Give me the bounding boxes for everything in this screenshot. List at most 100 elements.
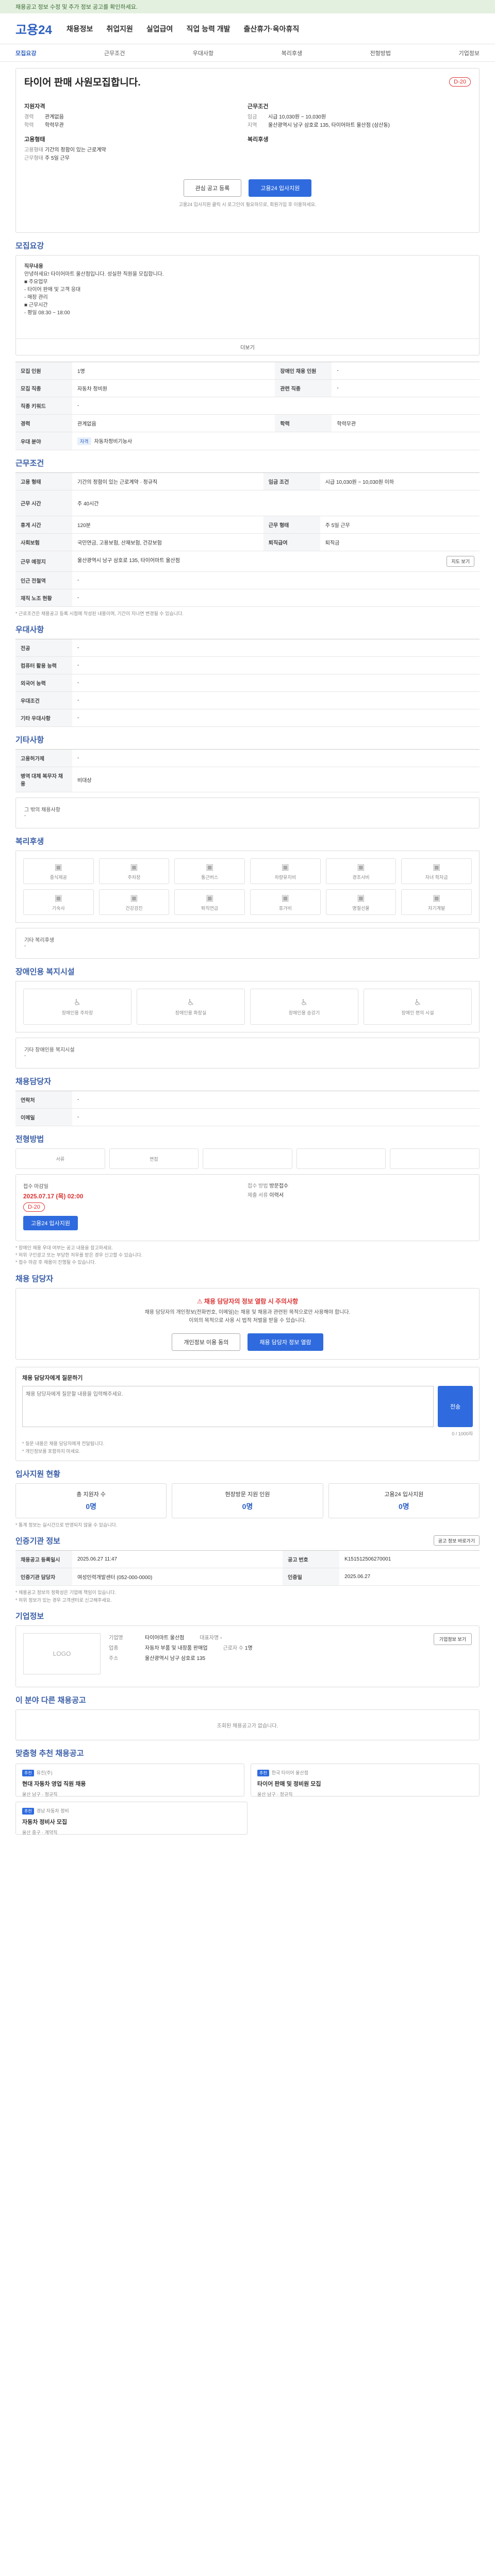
section-title: 복리후생 xyxy=(15,837,44,846)
cell: 외국어 능력 xyxy=(15,674,72,692)
job-meta: 울산 중구 · 계약직 xyxy=(22,1830,58,1835)
welfare-item: ▣ 자녀 학자금 xyxy=(401,858,472,884)
tab-pref[interactable]: 우대사항 xyxy=(193,49,213,57)
health-icon: ▣ xyxy=(130,894,138,903)
process-notes: * 장애인 채용 우대 여부는 공고 내용을 참고하세요. * 허위 구인광고 … xyxy=(15,1244,480,1266)
note-line: * 질문 내용은 채용 담당자에게 전달됩니다. xyxy=(22,1441,105,1446)
cell: 연락처 xyxy=(15,1091,72,1109)
welfare-label: 통근버스 xyxy=(201,875,219,880)
tab-welfare[interactable]: 복리후생 xyxy=(282,49,302,57)
table-row: 외국어 능력 - xyxy=(15,674,480,692)
apply-button[interactable]: 고용24 입사지원 xyxy=(249,179,312,197)
nav-unemployment[interactable]: 실업급여 xyxy=(146,24,173,34)
step-item: 면접 xyxy=(109,1148,199,1169)
cell: 학력무관 xyxy=(332,414,480,432)
welfare-label: 주차장 xyxy=(127,875,141,880)
extra-value: - xyxy=(24,943,26,949)
stat-label: 총 지원자 수 xyxy=(76,1492,106,1498)
question-input[interactable] xyxy=(22,1386,434,1427)
warning-text: 이외의 목적으로 사용 시 법적 처벌을 받을 수 있습니다. xyxy=(189,1318,306,1324)
table-row: 직종 키워드 - xyxy=(15,397,480,415)
more-button[interactable]: 더보기 xyxy=(16,339,479,355)
qualification-heading: 지원자격 xyxy=(24,104,45,110)
welfare-item: ▣ 자기계발 xyxy=(401,889,472,915)
cell: 시급 10,030원 ~ 10,030원 이하 xyxy=(320,472,480,490)
kv-value: 1명 xyxy=(244,1646,253,1651)
school-icon: ▣ xyxy=(433,863,441,872)
nav-training[interactable]: 직업 능력 개발 xyxy=(186,24,230,34)
job-meta: 울산 남구 · 정규직 xyxy=(22,1792,58,1797)
table-row: 재직 노조 현황 - xyxy=(15,589,480,607)
badge: 추천 xyxy=(22,1770,34,1776)
tab-recruit[interactable]: 모집요강 xyxy=(15,49,36,57)
note-line: * 허위 구인광고 또는 부당한 처우를 받은 경우 신고할 수 있습니다. xyxy=(15,1252,143,1258)
recommend-card[interactable]: 추천 유진(주) 현대 자동차 영업 직원 채용 울산 남구 · 정규직 xyxy=(15,1764,244,1797)
work-note: * 근로조건은 채용공고 등록 시점에 작성된 내용이며, 기간이 지나면 변경… xyxy=(15,611,184,616)
privacy-warning: ⚠ 채용 담당자의 정보 열람 시 주의사항 채용 담당자의 개인정보(전화번호… xyxy=(15,1288,480,1360)
cell: - xyxy=(72,749,480,767)
recommend-card[interactable]: 추천 경남 자동차 정비 자동차 정비사 모집 울산 중구 · 계약직 xyxy=(15,1802,248,1835)
nav-support[interactable]: 취업지원 xyxy=(106,24,133,34)
interest-button[interactable]: 관심 공고 등록 xyxy=(183,179,242,197)
facility-label: 장애인용 화장실 xyxy=(175,1010,207,1015)
section-title: 인증기관 정보 xyxy=(15,1537,60,1546)
tab-company[interactable]: 기업정보 xyxy=(458,49,479,57)
step-item xyxy=(203,1148,292,1169)
site-logo[interactable]: 고용24 xyxy=(15,20,52,38)
view-manager-button[interactable]: 채용 담당자 정보 열람 xyxy=(248,1333,323,1351)
step-label: 서류 xyxy=(56,1156,65,1162)
company-info-button[interactable]: 기업정보 보기 xyxy=(433,1633,472,1645)
manager-table: 연락처 - 이메일 - xyxy=(15,1091,480,1126)
cell: 임금 조건 xyxy=(263,472,320,490)
cell: 자동차 정비원 xyxy=(72,379,275,397)
parking-icon: ♿ xyxy=(73,998,81,1007)
facility-label: 장애인용 승강기 xyxy=(288,1010,320,1015)
table-row: 고용 형태 기간의 정함이 있는 근로계약 · 정규직 임금 조건 시급 10,030… xyxy=(15,472,480,490)
cell: 자격 자동차정비기능사 xyxy=(72,432,480,450)
pref-tag: 자격 xyxy=(77,437,91,445)
conditions-heading: 근무조건 xyxy=(248,104,269,110)
map-button[interactable]: 지도 보기 xyxy=(447,556,474,567)
company-name: 경남 자동차 정비 xyxy=(36,1808,69,1814)
cell: 인증일 xyxy=(283,1568,340,1586)
gift-icon: ▣ xyxy=(357,863,365,872)
table-row: 우대 분야 자격 자동차정비기능사 xyxy=(15,432,480,450)
kv-key: 업종 xyxy=(109,1646,119,1651)
cell: 컴퓨터 활용 능력 xyxy=(15,656,72,674)
badge: 추천 xyxy=(22,1808,34,1815)
kv-value: 타이어마트 울산점 xyxy=(145,1635,185,1641)
stat-card: 고용24 입사지원 0명 xyxy=(328,1483,480,1518)
apply-button[interactable]: 고용24 입사지원 xyxy=(23,1216,78,1230)
table-row: 모집 인원 1명 장애인 채용 인원 - xyxy=(15,362,480,380)
process-section: 전형방법 서류 면접 접수 마감일 2025.07.17 (목) 02:00 D… xyxy=(15,1133,480,1266)
nav-jobs[interactable]: 채용정보 xyxy=(67,24,93,34)
recommend-card[interactable]: 추천 한국 타이어 울산점 타이어 판매 및 정비원 모집 울산 남구 · 정규직 xyxy=(251,1764,480,1797)
cell: 경력 xyxy=(15,414,72,432)
related-section: 이 분야 다른 채용공고 조회된 채용공고가 없습니다. xyxy=(15,1694,480,1740)
vacation-icon: ▣ xyxy=(281,894,289,903)
section-title: 기업정보 xyxy=(15,1612,44,1621)
stat-card: 총 지원자 수 0명 xyxy=(15,1483,167,1518)
nav-leave[interactable]: 출산휴가·육아휴직 xyxy=(244,24,300,34)
tab-work[interactable]: 근무조건 xyxy=(104,49,125,57)
send-button[interactable]: 전송 xyxy=(438,1386,473,1427)
car-icon: ▣ xyxy=(281,863,289,872)
warning-title: 채용 담당자의 정보 열람 시 주의사항 xyxy=(204,1298,299,1305)
tab-process[interactable]: 전형방법 xyxy=(370,49,391,57)
stat-value: 0명 xyxy=(86,1502,96,1511)
desc-line: - 평일 08:30 ~ 18:00 xyxy=(24,310,70,316)
job-summary-card: 타이어 판매 사원모집합니다. D-20 지원자격 경력 관계없음 학력 학력무관 … xyxy=(15,68,480,233)
stat-label: 현장방문 지원 인원 xyxy=(225,1492,270,1498)
dday-badge: D-20 xyxy=(23,1202,45,1212)
cell: 2025.06.27 xyxy=(339,1568,480,1586)
docs-value: 이력서 xyxy=(269,1193,284,1198)
deadline-value: 2025.07.17 (목) 02:00 xyxy=(23,1193,84,1200)
site-header: 고용24 채용정보 취업지원 실업급여 직업 능력 개발 출산휴가·육아휴직 xyxy=(0,13,495,44)
consent-button[interactable]: 개인정보 이용 동의 xyxy=(172,1333,241,1351)
cell: 인증기관 담당자 xyxy=(15,1568,72,1586)
cell: 기간의 정함이 있는 근로계약 · 정규직 xyxy=(72,472,263,490)
cert-link-button[interactable]: 공고 정보 바로가기 xyxy=(433,1535,480,1546)
cell: 국민연금, 고용보험, 산재보험, 건강보험 xyxy=(72,533,263,551)
accessibility-icon: ♿ xyxy=(414,998,422,1007)
stats-section: 입사지원 현황 총 지원자 수 0명 현장방문 지원 인원 0명 고용24 입사지원… xyxy=(15,1468,480,1528)
